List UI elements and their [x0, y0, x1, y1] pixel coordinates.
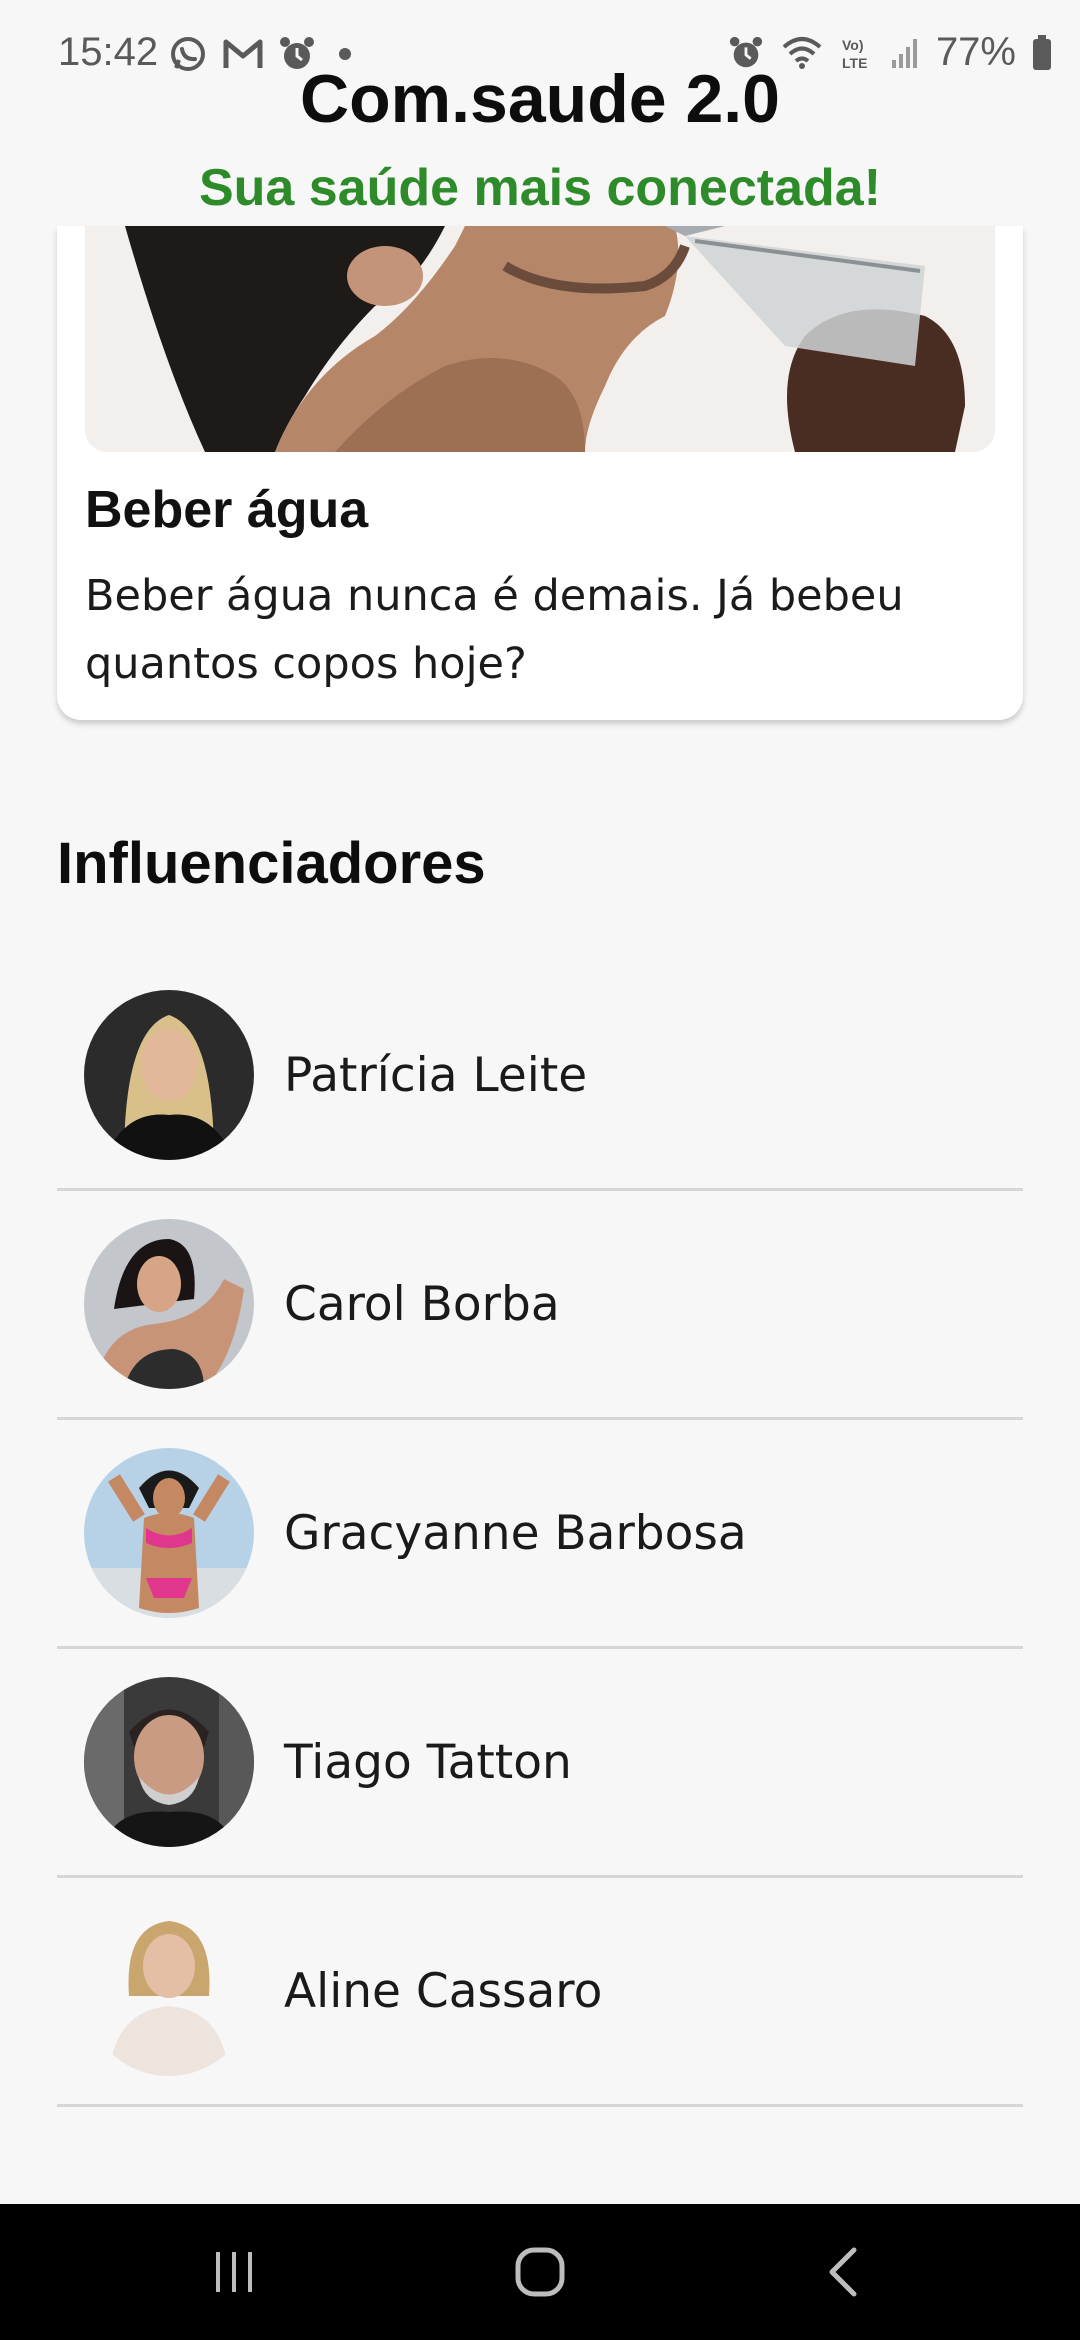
drinking-water-image — [85, 226, 995, 452]
home-icon[interactable] — [512, 2244, 568, 2300]
avatar — [84, 1677, 254, 1847]
list-item[interactable]: Aline Cassaro — [57, 1878, 1023, 2107]
influencer-name: Patrícia Leite — [284, 1047, 588, 1103]
influencers-list: Patrícia Leite Carol Borba Gracyanne Bar… — [57, 962, 1023, 2107]
tip-card[interactable]: Beber água Beber água nunca é demais. Já… — [57, 226, 1023, 720]
list-item[interactable]: Gracyanne Barbosa — [57, 1420, 1023, 1649]
avatar — [84, 1448, 254, 1618]
avatar — [84, 1219, 254, 1389]
svg-text:Vo): Vo) — [842, 37, 864, 53]
influencer-name: Aline Cassaro — [284, 1963, 603, 2019]
app-subtitle: Sua saúde mais conectada! — [198, 159, 882, 217]
back-icon[interactable] — [822, 2244, 862, 2300]
influencer-name: Carol Borba — [284, 1276, 560, 1332]
list-item[interactable]: Tiago Tatton — [57, 1649, 1023, 1878]
list-item[interactable]: Patrícia Leite — [57, 962, 1023, 1191]
avatar — [84, 990, 254, 1160]
list-item[interactable]: Carol Borba — [57, 1191, 1023, 1420]
influencers-title: Influenciadores — [57, 831, 486, 896]
system-nav-bar — [0, 2204, 1080, 2340]
app-title: Com.saude 2.0 — [300, 61, 780, 137]
avatar — [84, 1906, 254, 2076]
card-title: Beber água — [85, 481, 369, 539]
influencer-name: Tiago Tatton — [284, 1734, 572, 1790]
recent-apps-icon[interactable] — [210, 2244, 260, 2300]
influencer-name: Gracyanne Barbosa — [284, 1505, 747, 1561]
card-text: Beber água nunca é demais. Já bebeu quan… — [85, 571, 904, 689]
